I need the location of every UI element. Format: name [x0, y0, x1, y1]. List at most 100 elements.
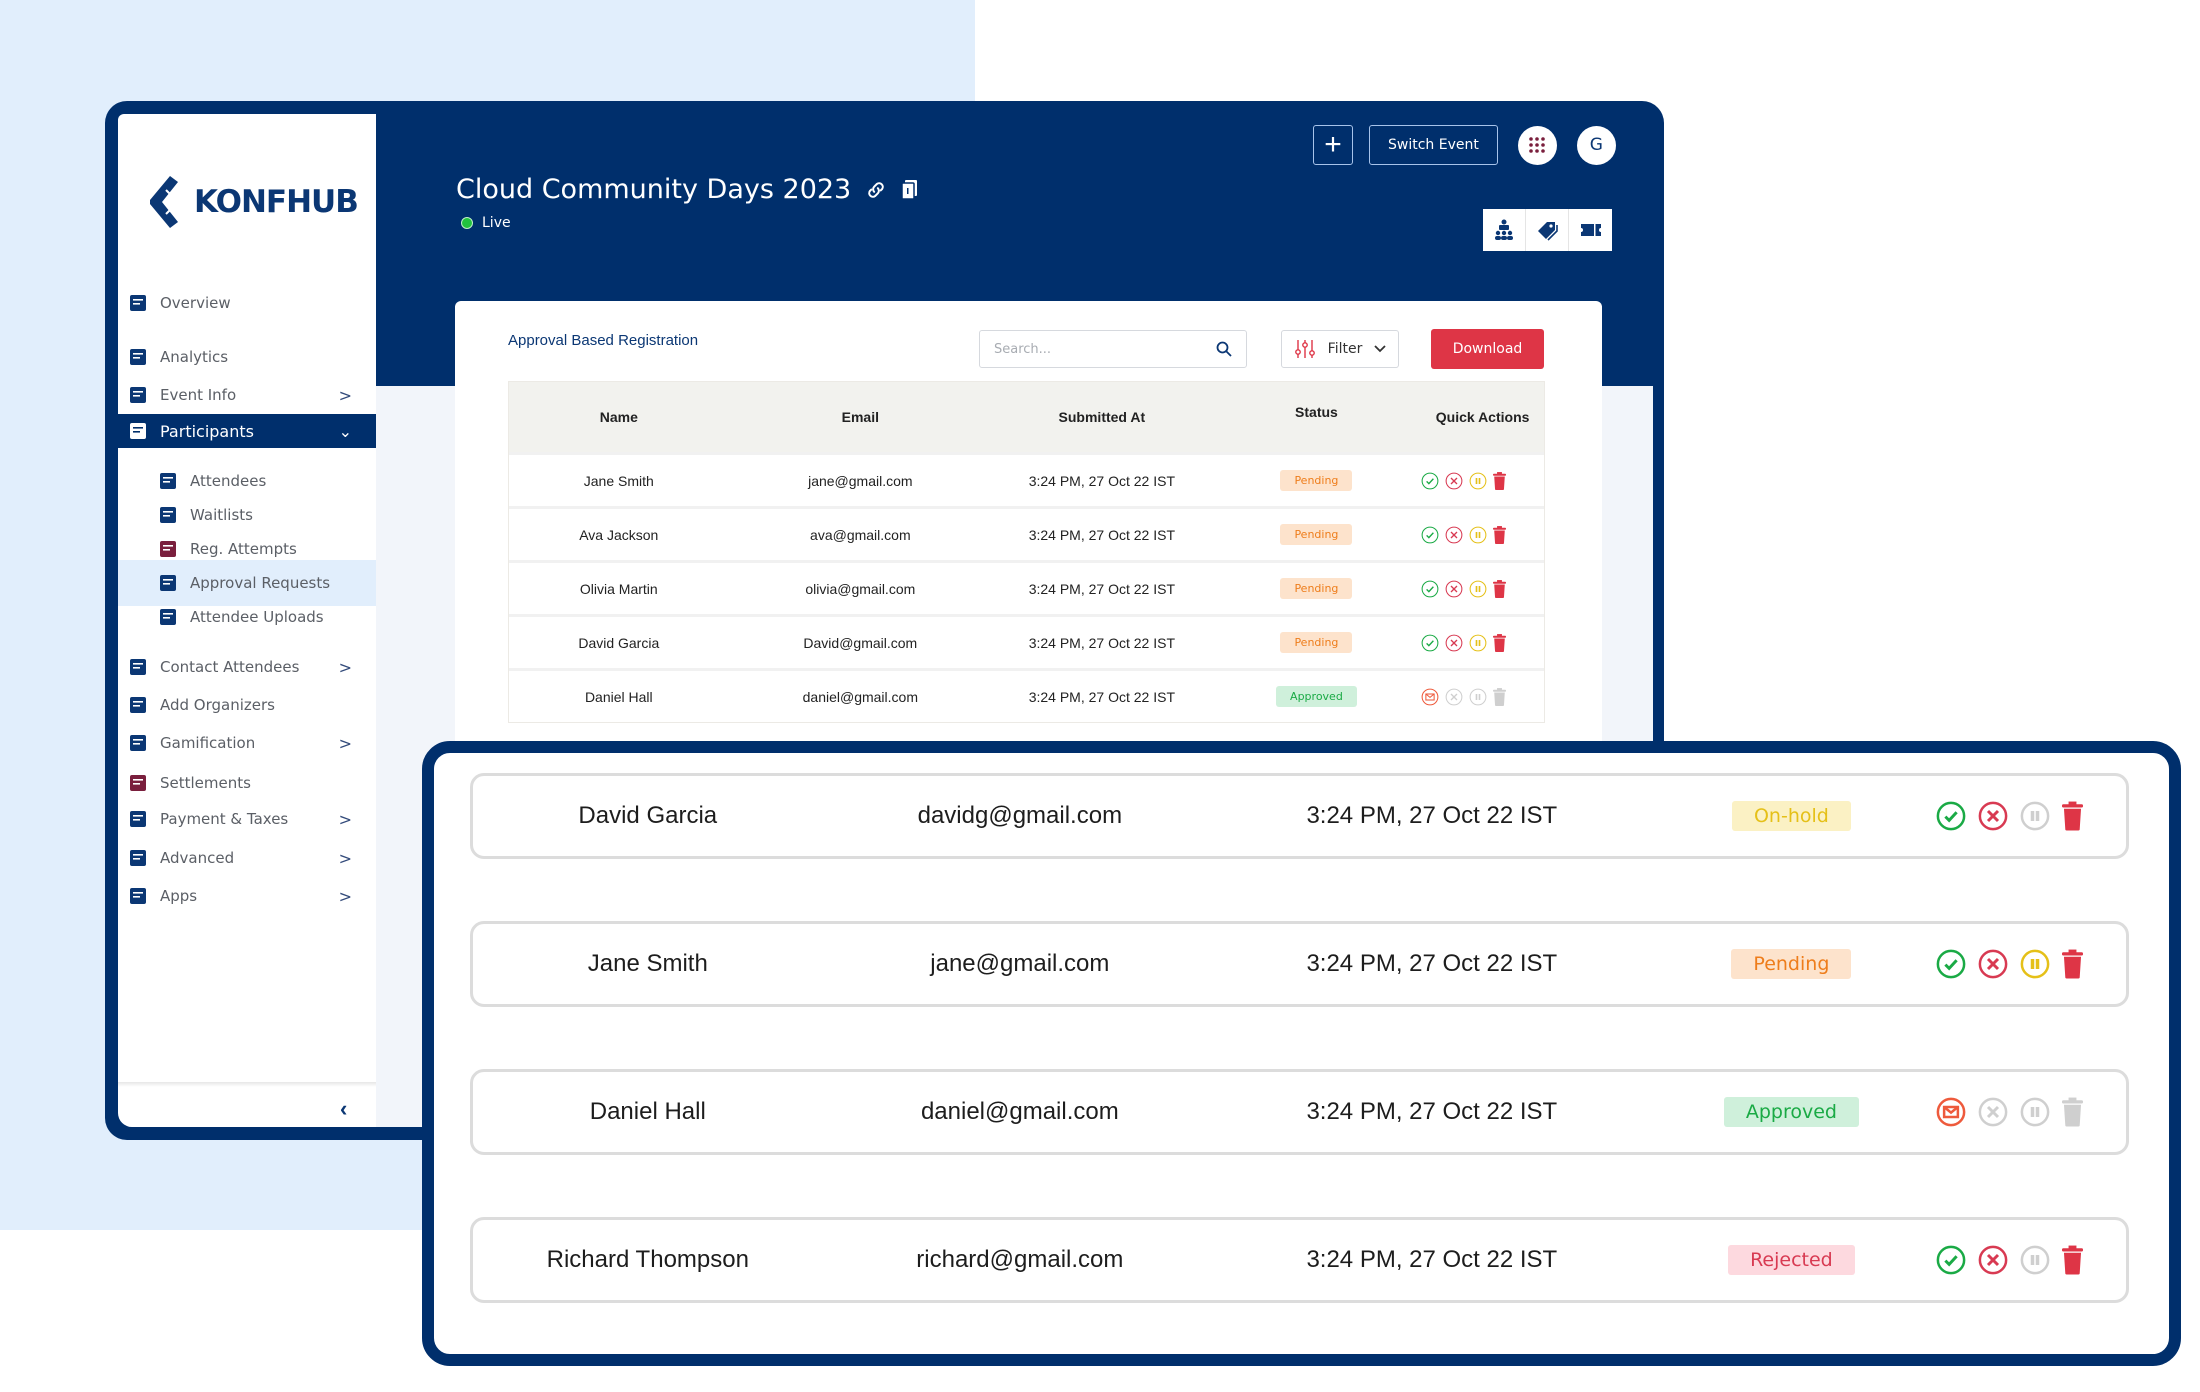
cell-quick-actions — [1421, 633, 1544, 652]
settlements-icon — [126, 771, 150, 795]
delete-button[interactable] — [1493, 579, 1507, 598]
pause-circle-icon — [1469, 472, 1487, 490]
hold-button[interactable] — [2020, 949, 2050, 979]
check-circle-icon — [1421, 634, 1439, 652]
cell-email: daniel@gmail.com — [802, 688, 918, 705]
reject-button[interactable] — [1445, 472, 1463, 490]
konfhub-logo[interactable]: KONFHUB — [148, 174, 359, 230]
cell-submitted-at: 3:24 PM, 27 Oct 22 IST — [1306, 950, 1558, 977]
delete-button[interactable] — [1493, 471, 1507, 490]
reject-button[interactable] — [1445, 688, 1463, 706]
filter-sliders-icon — [1295, 340, 1315, 358]
cell-quick-actions — [1421, 687, 1544, 706]
cell-email: daniel@gmail.com — [920, 1098, 1119, 1125]
delete-button[interactable] — [1493, 525, 1507, 544]
reject-button[interactable] — [1978, 1097, 2008, 1127]
attendees-toolbar-button[interactable] — [1483, 209, 1526, 251]
search-icon[interactable] — [1216, 341, 1232, 357]
delete-button[interactable] — [1493, 687, 1507, 706]
delete-button[interactable] — [2062, 1097, 2084, 1127]
sidebar-item-attendee-uploads[interactable]: Attendee Uploads — [118, 594, 376, 640]
hold-button[interactable] — [1469, 634, 1487, 652]
trash-icon — [2062, 801, 2084, 831]
user-avatar[interactable]: G — [1576, 125, 1616, 165]
link-icon[interactable] — [865, 179, 887, 201]
nav-scroll-fade — [118, 1082, 376, 1087]
reject-button[interactable] — [1978, 1245, 2008, 1275]
filter-dropdown[interactable]: Filter — [1281, 330, 1399, 368]
approve-button[interactable] — [1421, 634, 1439, 652]
hold-button[interactable] — [1469, 526, 1487, 544]
event-status: Live — [461, 215, 511, 231]
copy-icon[interactable] — [901, 179, 919, 201]
approve-button[interactable] — [1421, 472, 1439, 490]
check-circle-icon — [1421, 526, 1439, 544]
cell-quick-actions — [1936, 801, 2126, 831]
sidebar-item-label: Contact Attendees — [160, 658, 300, 676]
approve-button[interactable] — [1936, 1245, 1966, 1275]
collapse-sidebar-button[interactable]: ‹ — [340, 1096, 347, 1122]
hold-button[interactable] — [1469, 688, 1487, 706]
sidebar-item-label: Waitlists — [190, 506, 253, 524]
cell-name: Daniel Hall — [589, 1098, 706, 1125]
gamepad-icon — [126, 731, 150, 755]
approve-button[interactable] — [1936, 949, 1966, 979]
reject-button[interactable] — [1978, 801, 2008, 831]
switch-event-button[interactable]: Switch Event — [1369, 125, 1498, 165]
tickets-toolbar-button[interactable] — [1569, 209, 1612, 251]
sidebar-item-event-info[interactable]: Event Info > — [118, 370, 376, 420]
quick-toolbar — [1483, 209, 1612, 251]
check-circle-icon — [1421, 472, 1439, 490]
hold-button[interactable] — [2020, 1097, 2050, 1127]
approve-button[interactable] — [1936, 801, 1966, 831]
add-button[interactable]: + — [1313, 125, 1353, 165]
table-row: Ava Jackson ava@gmail.com 3:24 PM, 27 Oc… — [509, 506, 1544, 560]
sidebar-item-label: Payment & Taxes — [160, 810, 289, 828]
pause-circle-icon — [1469, 634, 1487, 652]
search-input[interactable] — [994, 341, 1216, 357]
cell-name: Olivia Martin — [579, 580, 658, 597]
reject-button[interactable] — [1978, 949, 2008, 979]
column-header-email[interactable]: Email — [729, 409, 992, 425]
cell-quick-actions — [1936, 1245, 2126, 1275]
registrations-table: Name Email Submitted At Status Quick Act… — [508, 381, 1545, 723]
delete-button[interactable] — [2062, 949, 2084, 979]
send-mail-button[interactable] — [1421, 688, 1439, 706]
trash-icon — [1493, 633, 1507, 652]
download-button[interactable]: Download — [1431, 329, 1544, 369]
card-title: Approval Based Registration — [508, 332, 699, 349]
reject-button[interactable] — [1445, 634, 1463, 652]
reject-button[interactable] — [1445, 580, 1463, 598]
tags-toolbar-button[interactable] — [1526, 209, 1569, 251]
sidebar-item-apps[interactable]: Apps > — [118, 871, 376, 921]
delete-button[interactable] — [1493, 633, 1507, 652]
sidebar-item-participants[interactable]: Participants ⌄ — [118, 414, 376, 448]
event-title-row: Cloud Community Days 2023 — [456, 174, 919, 205]
approve-button[interactable] — [1421, 580, 1439, 598]
column-header-submitted[interactable]: Submitted At — [992, 409, 1212, 425]
top-actions: + Switch Event G — [1313, 125, 1616, 165]
cell-name: Ava Jackson — [579, 526, 659, 543]
column-header-name[interactable]: Name — [509, 409, 729, 425]
reject-button[interactable] — [1445, 526, 1463, 544]
hold-button[interactable] — [2020, 801, 2050, 831]
check-circle-icon — [1936, 801, 1966, 831]
hold-button[interactable] — [1469, 580, 1487, 598]
status-badge: Pending — [1280, 632, 1353, 653]
sidebar-item-overview[interactable]: Overview — [118, 278, 376, 328]
status-badge: Pending — [1280, 470, 1353, 491]
hold-button[interactable] — [2020, 1245, 2050, 1275]
chevron-icon: > — [338, 385, 352, 405]
cell-submitted-at: 3:24 PM, 27 Oct 22 IST — [1028, 688, 1175, 705]
search-box — [979, 330, 1247, 368]
column-header-status[interactable]: Status — [1212, 404, 1422, 420]
check-circle-icon — [1936, 949, 1966, 979]
delete-button[interactable] — [2062, 801, 2084, 831]
delete-button[interactable] — [2062, 1245, 2084, 1275]
approve-button[interactable] — [1421, 526, 1439, 544]
apps-grid-button[interactable] — [1517, 125, 1557, 165]
hold-button[interactable] — [1469, 472, 1487, 490]
send-mail-button[interactable] — [1936, 1097, 1966, 1127]
cell-name: Jane Smith — [583, 472, 654, 489]
sidebar-item-label: Reg. Attempts — [190, 540, 297, 558]
